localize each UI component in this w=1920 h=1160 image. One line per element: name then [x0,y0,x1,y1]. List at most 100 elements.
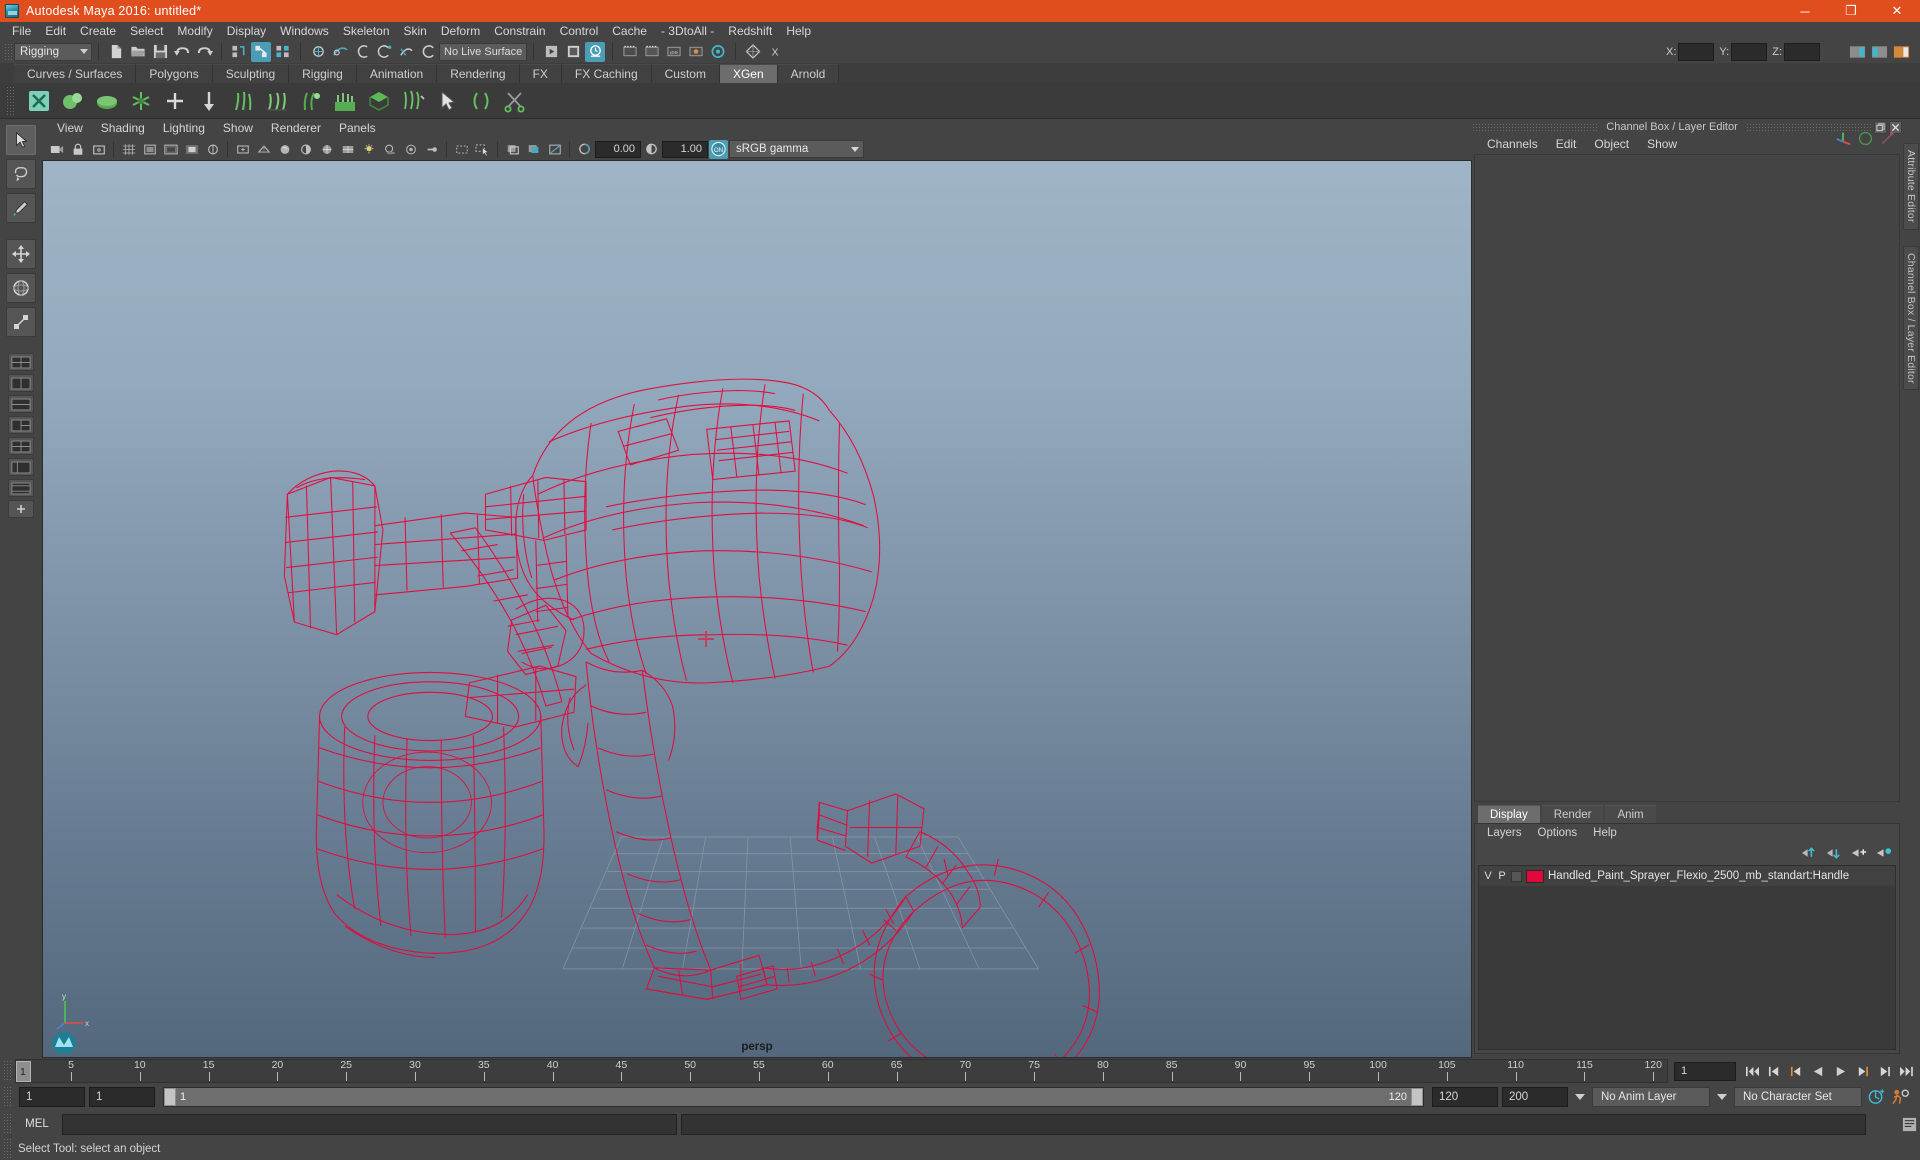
menu-set-selector[interactable]: Rigging [14,42,92,61]
shelf-tab-rigging[interactable]: Rigging [289,64,357,83]
layout-single-pane-button[interactable] [8,353,34,371]
render-view-icon[interactable] [708,42,728,62]
menu-control[interactable]: Control [553,22,606,40]
xgen-pointer-icon[interactable] [431,85,463,117]
display-layer-list[interactable]: V P Handled_Paint_Sprayer_Flexio_2500_mb… [1478,865,1896,1050]
isolate-select-pointer-icon[interactable] [473,140,492,159]
tab-anim-layers[interactable]: Anim [1605,805,1656,823]
exposure-value-field[interactable]: 0.00 [595,140,641,158]
layout-more-button[interactable] [8,500,34,518]
manipulator-axes-icon[interactable] [1834,129,1852,147]
menu-redshift[interactable]: Redshift [721,22,779,40]
layer-menu-options[interactable]: Options [1530,824,1586,843]
shelf-tab-sculpting[interactable]: Sculpting [212,64,290,83]
smooth-shade-icon[interactable] [275,140,294,159]
exposure-icon[interactable] [203,140,222,159]
snap-to-curve-button[interactable] [330,42,350,62]
snap-to-projected-center-button[interactable] [374,42,394,62]
shelf-tab-animation[interactable]: Animation [356,64,438,83]
menu-skeleton[interactable]: Skeleton [336,22,397,40]
xgen-scissors-icon[interactable] [499,85,531,117]
step-forward-key-button[interactable] [1852,1061,1872,1081]
animation-preferences-icon[interactable] [1890,1087,1910,1107]
wireframe-on-shaded-icon[interactable] [317,140,336,159]
xray-active-components-icon[interactable] [545,140,564,159]
snap-to-view-plane-button[interactable] [396,42,416,62]
xgen-axis-icon[interactable] [125,85,157,117]
shelf-tab-polygons[interactable]: Polygons [136,64,213,83]
xgen-grass-c-icon[interactable] [295,85,327,117]
step-back-frame-button[interactable] [1764,1061,1784,1081]
wireframe-shading-icon[interactable] [254,140,273,159]
shelf-tab-rendering[interactable]: Rendering [437,64,520,83]
shade-all-icon[interactable] [296,140,315,159]
rotate-tool-button[interactable] [6,273,36,303]
shelf-tab-fx-caching[interactable]: FX Caching [561,64,652,83]
xgen-grid-icon[interactable] [743,42,763,62]
resolution-gate-icon[interactable] [161,140,180,159]
layer-visibility-toggle[interactable]: V [1483,870,1493,882]
channel-box-content[interactable] [1474,154,1900,802]
menu-skin[interactable]: Skin [397,22,434,40]
menu-cache[interactable]: Cache [605,22,654,40]
use-all-lights-icon[interactable] [359,140,378,159]
new-layer-from-selected-icon[interactable] [1876,846,1893,860]
command-language-label[interactable]: MEL [16,1118,58,1130]
color-profile-selector[interactable]: sRGB gamma [729,140,864,158]
texture-display-icon[interactable] [338,140,357,159]
viewport-menu-shading[interactable]: Shading [92,119,154,138]
menu-create[interactable]: Create [73,22,123,40]
tab-render-layers[interactable]: Render [1541,805,1604,823]
statusline-grip[interactable] [3,41,12,62]
grid-toggle-icon[interactable] [119,140,138,159]
layer-state-checkbox[interactable] [1511,870,1522,882]
minimize-button[interactable]: ─ [1782,0,1828,22]
undo-button[interactable] [172,42,192,62]
film-gate-a-icon[interactable] [620,42,640,62]
layout-hypershade-button[interactable] [8,479,34,497]
select-by-object-button[interactable] [251,41,271,62]
anim-layer-chevron-icon[interactable] [1575,1094,1585,1100]
menu-select[interactable]: Select [123,22,170,40]
show-attribute-editor-button[interactable] [1847,42,1867,62]
select-by-component-button[interactable] [273,42,293,62]
step-forward-frame-button[interactable] [1874,1061,1894,1081]
select-camera-icon[interactable] [47,140,66,159]
animation-end-time-field[interactable]: 200 [1502,1087,1568,1107]
ipr-gate-icon[interactable]: IPR [664,42,684,62]
menu-3dtoall[interactable]: - 3DtoAll - [654,22,721,40]
ipr-render-button[interactable] [563,42,583,62]
paint-select-tool-button[interactable] [6,193,36,223]
layer-menu-help[interactable]: Help [1585,824,1625,843]
xgen-create-description-icon[interactable] [23,85,55,117]
render-region-icon[interactable] [686,42,706,62]
menu-modify[interactable]: Modify [170,22,219,40]
xgen-spheres-icon[interactable] [57,85,89,117]
gamma-value-field[interactable]: 1.00 [662,140,708,158]
xgen-mesh-icon[interactable] [363,85,395,117]
motion-blur-icon[interactable] [422,140,441,159]
gate-mask-icon[interactable] [182,140,201,159]
coord-x-field[interactable] [1678,42,1715,61]
open-scene-button[interactable] [128,42,148,62]
menu-deform[interactable]: Deform [434,22,487,40]
channelbox-menu-channels[interactable]: Channels [1478,135,1547,154]
playback-start-time-field[interactable]: 1 [89,1087,155,1107]
show-tool-settings-button[interactable] [1869,42,1889,62]
color-management-toggle[interactable]: ON [709,139,728,159]
xgen-bracket-icon[interactable] [465,85,497,117]
camera-attributes-icon[interactable] [89,140,108,159]
xgen-add-icon[interactable] [159,85,191,117]
manipulator-scale-icon[interactable] [1879,130,1896,147]
render-current-frame-button[interactable] [541,42,561,62]
animation-start-time-field[interactable]: 1 [19,1087,85,1107]
range-slider-grip[interactable] [3,1086,12,1108]
select-tool-button[interactable] [6,125,36,155]
gamma-reset-icon[interactable] [642,140,661,159]
xgen-guides-icon[interactable] [397,85,429,117]
viewport-menu-show[interactable]: Show [214,119,262,138]
shadows-icon[interactable] [380,140,399,159]
shelf-tab-xgen[interactable]: XGen [719,64,778,83]
menu-help[interactable]: Help [779,22,818,40]
xray-joints-icon[interactable] [524,140,543,159]
